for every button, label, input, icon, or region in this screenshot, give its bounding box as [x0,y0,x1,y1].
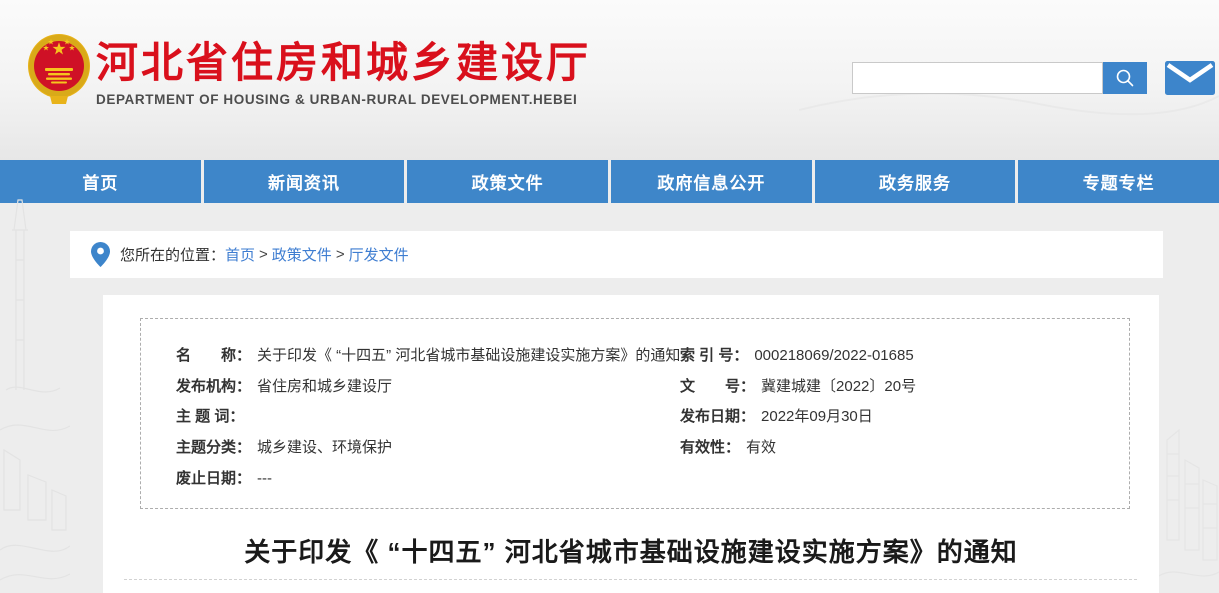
metadata-label: 索 引 号： [680,347,748,364]
page: 河北省住房和城乡建设厅 DEPARTMENT OF HOUSING & URBA… [0,0,1219,593]
national-emblem-logo[interactable] [26,32,92,106]
metadata-row-document-number: 文 号： 冀建城建〔2022〕20号 [680,372,1129,403]
left-watermark-sketch [0,190,70,590]
metadata-row-index-number: 索 引 号： 000218069/2022-01685 [680,341,1129,372]
site-header: 河北省住房和城乡建设厅 DEPARTMENT OF HOUSING & URBA… [0,0,1219,160]
search-area [852,61,1215,95]
search-icon [1114,67,1136,89]
metadata-value: 2022年09月30日 [761,408,873,425]
breadcrumb-link-department-documents[interactable]: 厅发文件 [349,244,409,265]
metadata-row-repeal-date: 废止日期： --- [176,464,680,495]
breadcrumb-link-policy-documents[interactable]: 政策文件 [272,244,332,265]
site-title: 河北省住房和城乡建设厅 [96,40,591,86]
metadata-column-right: 索 引 号： 000218069/2022-01685 文 号： 冀建城建〔2022… [680,341,1129,508]
metadata-row-publish-date: 发布日期： 2022年09月30日 [680,402,1129,433]
metadata-value: 关于印发《 “十四五” 河北省城市基础设施建设实施方案》的通知 [257,347,680,364]
metadata-row-title: 名 称： 关于印发《 “十四五” 河北省城市基础设施建设实施方案》的通知 [176,341,680,372]
breadcrumb-separator: > [336,246,345,263]
metadata-label: 废止日期： [176,470,251,487]
nav-item-home[interactable]: 首页 [0,160,201,203]
nav-item-special-columns[interactable]: 专题专栏 [1018,160,1219,203]
metadata-label: 有效性： [680,439,740,456]
search-button[interactable] [1103,62,1147,94]
metadata-label: 发布机构： [176,378,251,395]
metadata-label: 名 称： [176,347,251,364]
nav-item-gov-services[interactable]: 政务服务 [815,160,1016,203]
metadata-value: 有效 [746,439,776,456]
metadata-label: 文 号： [680,378,755,395]
breadcrumb-link-home[interactable]: 首页 [225,244,255,265]
mail-icon[interactable] [1165,61,1215,95]
breadcrumb-prefix: 您所在的位置： [120,244,225,265]
title-divider [124,579,1137,580]
metadata-value: --- [257,470,272,487]
metadata-row-validity: 有效性： 有效 [680,433,1129,464]
nav-item-news[interactable]: 新闻资讯 [204,160,405,203]
metadata-column-left: 名 称： 关于印发《 “十四五” 河北省城市基础设施建设实施方案》的通知 发布机构… [176,341,680,508]
article-title: 关于印发《 “十四五” 河北省城市基础设施建设实施方案》的通知 [103,532,1159,569]
nav-item-policy-documents[interactable]: 政策文件 [407,160,608,203]
nav-item-gov-info-disclosure[interactable]: 政府信息公开 [611,160,812,203]
search-input[interactable] [852,62,1103,94]
metadata-label: 主题分类： [176,439,251,456]
metadata-label: 主 题 词： [176,408,244,425]
location-pin-icon [91,242,110,267]
breadcrumb: 您所在的位置： 首页 > 政策文件 > 厅发文件 [70,231,1163,278]
content-card: 名 称： 关于印发《 “十四五” 河北省城市基础设施建设实施方案》的通知 发布机构… [103,295,1159,593]
metadata-row-subject-category: 主题分类： 城乡建设、环境保护 [176,433,680,464]
metadata-row-subject-words: 主 题 词： [176,402,680,433]
metadata-label: 发布日期： [680,408,755,425]
right-watermark-sketch [1159,380,1219,593]
metadata-value: 冀建城建〔2022〕20号 [761,378,916,395]
metadata-value: 城乡建设、环境保护 [257,439,392,456]
main-nav: 首页 新闻资讯 政策文件 政府信息公开 政务服务 专题专栏 [0,160,1219,203]
metadata-row-issuing-agency: 发布机构： 省住房和城乡建设厅 [176,372,680,403]
document-metadata-box: 名 称： 关于印发《 “十四五” 河北省城市基础设施建设实施方案》的通知 发布机构… [140,318,1130,509]
breadcrumb-separator: > [259,246,268,263]
site-subtitle: DEPARTMENT OF HOUSING & URBAN-RURAL DEVE… [96,92,591,107]
brand-block: 河北省住房和城乡建设厅 DEPARTMENT OF HOUSING & URBA… [96,40,591,107]
metadata-value: 省住房和城乡建设厅 [257,378,392,395]
metadata-value: 000218069/2022-01685 [754,347,913,364]
